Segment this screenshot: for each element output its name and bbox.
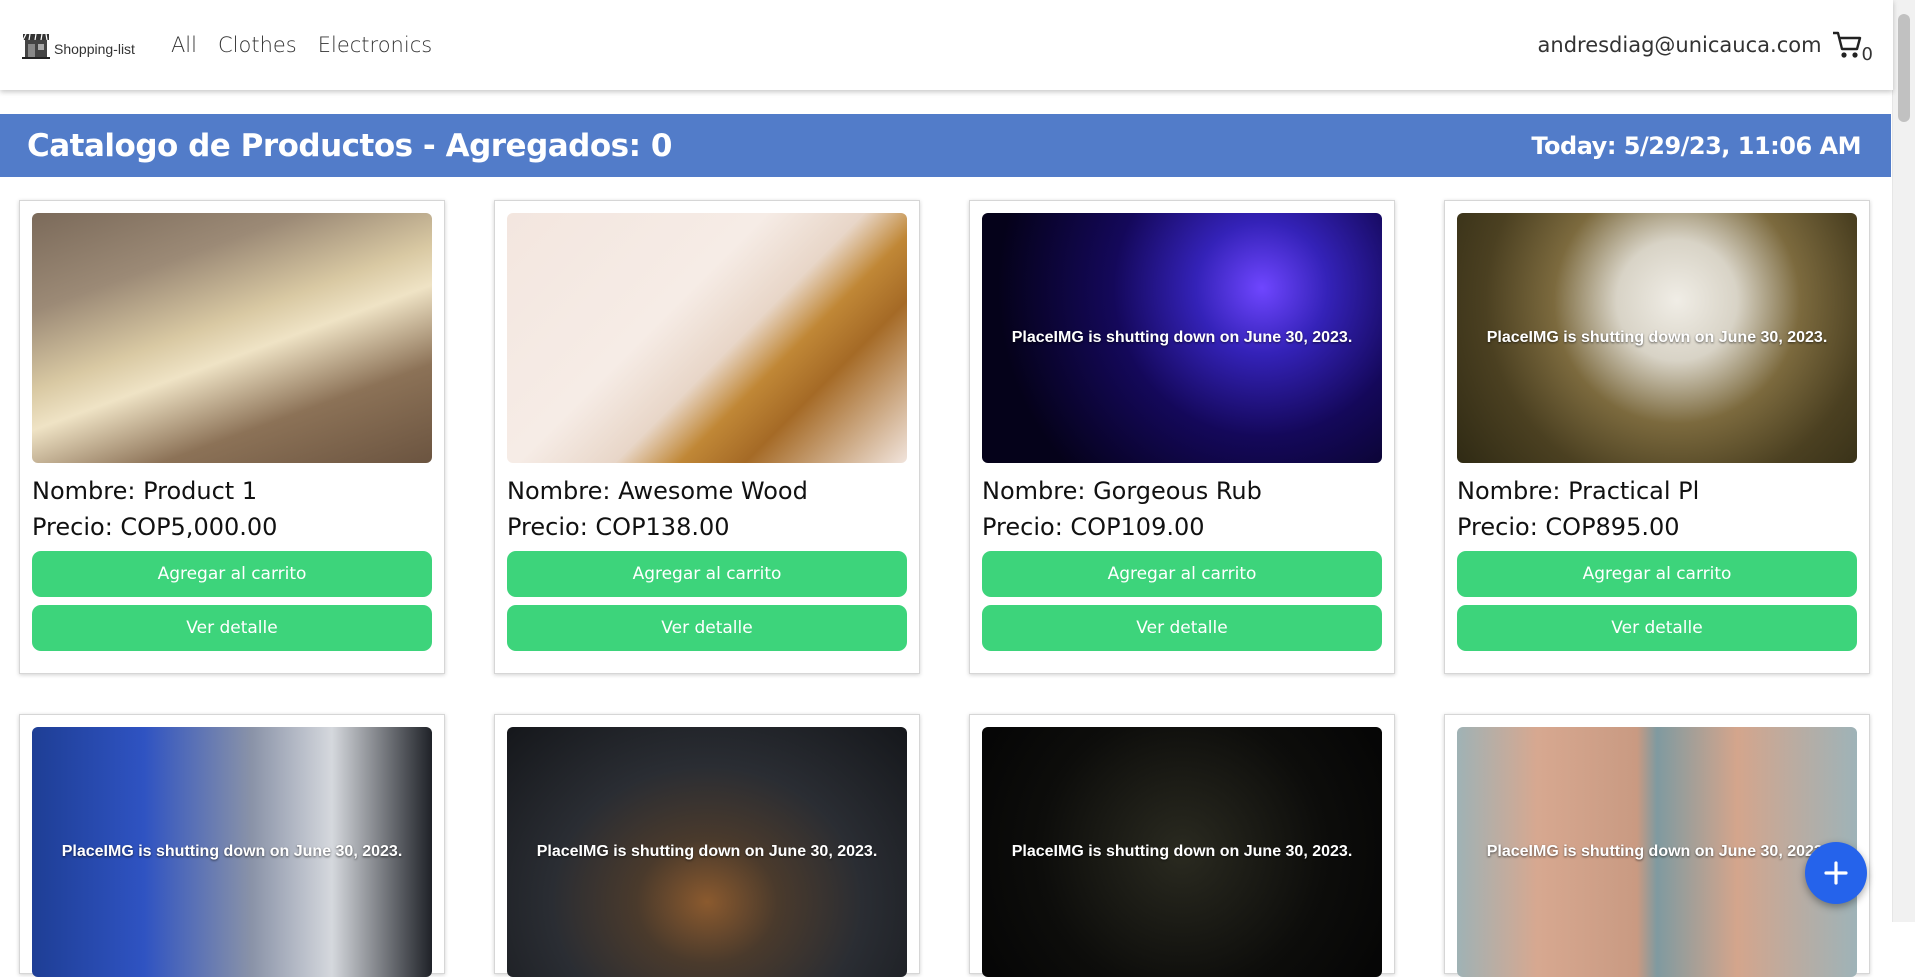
product-image [32,213,432,463]
image-overlay-text: PlaceIMG is shutting down on June 30, 20… [1486,329,1828,346]
image-overlay-text: PlaceIMG is shutting down on June 30, 20… [536,843,878,860]
product-card: Nombre: Product 1 Precio: COP5,000.00 Ag… [19,200,445,674]
navbar: Shopping-list All Clothes Electronics an… [0,0,1893,90]
image-overlay-text [507,213,907,463]
product-image: PlaceIMG is shutting down on June 30, 20… [982,727,1382,977]
image-overlay-text: PlaceIMG is shutting down on June 30, 20… [61,843,403,860]
image-overlay-text [32,213,432,463]
add-to-cart-button[interactable]: Agregar al carrito [982,551,1382,597]
cart-icon [1832,31,1861,58]
view-detail-button[interactable]: Ver detalle [507,605,907,651]
product-card: PlaceIMG is shutting down on June 30, 20… [969,714,1395,977]
product-price: Precio: COP895.00 [1457,513,1680,541]
brand-name: Shopping-list [54,41,135,57]
product-card: Nombre: Awesome Wood Precio: COP138.00 A… [494,200,920,674]
cart-button[interactable]: 0 [1832,29,1873,65]
product-price: Precio: COP5,000.00 [32,513,278,541]
cart-count: 0 [1861,44,1873,65]
product-image: PlaceIMG is shutting down on June 30, 20… [982,213,1382,463]
view-detail-button[interactable]: Ver detalle [982,605,1382,651]
product-image: PlaceIMG is shutting down on June 30, 20… [1457,727,1857,977]
page-title: Catalogo de Productos - Agregados: 0 [27,127,672,164]
product-name: Nombre: Gorgeous Rub [982,477,1262,505]
product-card: PlaceIMG is shutting down on June 30, 20… [19,714,445,977]
product-image: PlaceIMG is shutting down on June 30, 20… [32,727,432,977]
product-image [507,213,907,463]
product-image: PlaceIMG is shutting down on June 30, 20… [507,727,907,977]
product-price: Precio: COP109.00 [982,513,1205,541]
product-name: Nombre: Practical Pl [1457,477,1700,505]
product-card: PlaceIMG is shutting down on June 30, 20… [1444,714,1870,977]
image-overlay-text: PlaceIMG is shutting down on June 30, 20… [1011,843,1353,860]
page-scrollbar[interactable] [1892,0,1915,922]
nav-right: andresdiag@unicauca.com 0 [1537,29,1873,65]
nav-link-all[interactable]: All [171,33,197,57]
image-overlay-text: PlaceIMG is shutting down on June 30, 20… [1011,329,1353,346]
add-product-fab[interactable] [1805,842,1867,904]
scrollbar-thumb[interactable] [1898,14,1910,122]
product-image: PlaceIMG is shutting down on June 30, 20… [1457,213,1857,463]
user-email: andresdiag@unicauca.com [1537,33,1822,57]
catalog-header: Catalogo de Productos - Agregados: 0 Tod… [0,114,1891,177]
nav-link-electronics[interactable]: Electronics [318,33,432,57]
product-name: Nombre: Awesome Wood [507,477,808,505]
store-icon [22,33,50,59]
add-to-cart-button[interactable]: Agregar al carrito [32,551,432,597]
add-to-cart-button[interactable]: Agregar al carrito [1457,551,1857,597]
product-card: PlaceIMG is shutting down on June 30, 20… [494,714,920,977]
plus-icon [1824,861,1848,885]
product-name: Nombre: Product 1 [32,477,258,505]
brand[interactable]: Shopping-list [20,29,135,61]
image-overlay-text: PlaceIMG is shutting down on June 30, 20… [1486,843,1828,860]
view-detail-button[interactable]: Ver detalle [32,605,432,651]
nav-links: All Clothes Electronics [171,33,453,57]
view-detail-button[interactable]: Ver detalle [1457,605,1857,651]
product-card: PlaceIMG is shutting down on June 30, 20… [969,200,1395,674]
add-to-cart-button[interactable]: Agregar al carrito [507,551,907,597]
nav-link-clothes[interactable]: Clothes [218,33,297,57]
current-date: Today: 5/29/23, 11:06 AM [1531,131,1861,160]
product-price: Precio: COP138.00 [507,513,730,541]
product-card: PlaceIMG is shutting down on June 30, 20… [1444,200,1870,674]
